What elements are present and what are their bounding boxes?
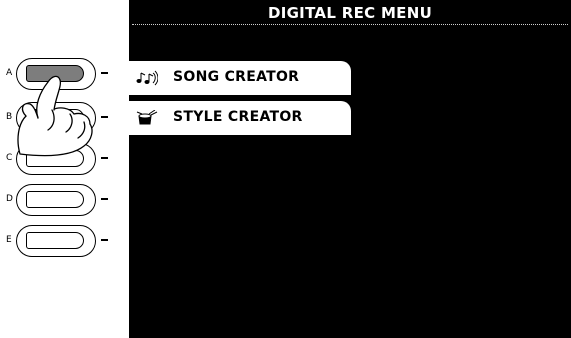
panel-button-d[interactable] bbox=[16, 184, 96, 216]
button-letter-d: D bbox=[6, 194, 13, 204]
menu-tab-style-creator[interactable]: STYLE CREATOR bbox=[129, 101, 351, 135]
menu-label-style-creator: STYLE CREATOR bbox=[173, 109, 303, 125]
panel-button-e[interactable] bbox=[16, 225, 96, 257]
panel-button-d-cap[interactable] bbox=[26, 191, 84, 208]
button-letter-e: E bbox=[6, 235, 12, 245]
pressing-hand-icon bbox=[17, 75, 93, 157]
panel-button-e-row: E bbox=[0, 223, 120, 259]
menu-tab-song-creator[interactable]: SONG CREATOR bbox=[129, 61, 351, 95]
menu-label-song-creator: SONG CREATOR bbox=[173, 69, 300, 85]
lcd-screen: DIGITAL REC MENU SONG CREATOR STYLE CREA… bbox=[129, 0, 571, 338]
panel-button-e-cap[interactable] bbox=[26, 232, 84, 249]
title-divider bbox=[132, 24, 568, 25]
button-letter-b: B bbox=[6, 112, 13, 122]
screen-title: DIGITAL REC MENU bbox=[267, 4, 433, 22]
song-notes-icon bbox=[136, 70, 158, 86]
button-letter-c: C bbox=[6, 153, 13, 163]
button-d-indicator bbox=[101, 198, 108, 201]
button-e-indicator bbox=[101, 239, 108, 242]
button-letter-a: A bbox=[6, 68, 13, 78]
style-drum-icon bbox=[136, 110, 158, 125]
panel-button-d-row: D bbox=[0, 182, 120, 218]
